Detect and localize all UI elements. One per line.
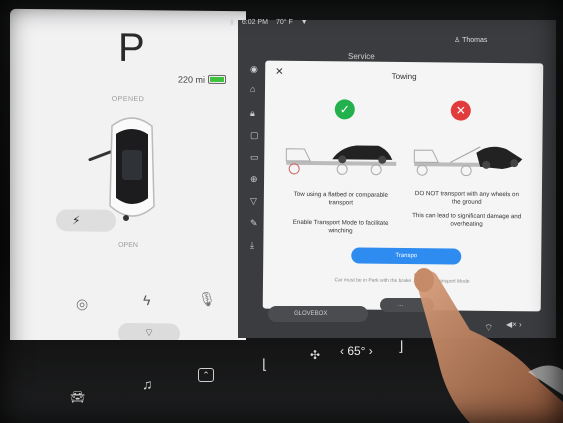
flatbed-truck-illustration: [285, 145, 397, 176]
car-icon[interactable]: ▭: [250, 152, 259, 163]
tire-pressure-icon[interactable]: ◎: [76, 295, 88, 312]
volume-icon[interactable]: ◀× ›: [506, 320, 522, 329]
service-title: Service: [348, 52, 375, 61]
mic-icon[interactable]: 🎙︎: [198, 291, 216, 308]
vehicle-status-panel: P 220 mi OPENED ⚡︎ OPEN ◎ ϟ 🎙︎ ⌔ • • •: [10, 8, 246, 383]
wrench-icon[interactable]: ✎: [250, 218, 258, 229]
towing-dialog: ✕ Towing ✓ ✕ Tow using a flatbed or comp…: [262, 60, 544, 312]
download-icon[interactable]: ⤓: [250, 240, 254, 251]
defrost-icon[interactable]: ⌔: [484, 322, 493, 335]
bottom-dock: [0, 340, 563, 423]
battery-icon: [208, 74, 226, 85]
glovebox-button[interactable]: GLOVEBOX: [268, 306, 368, 322]
dialog-title: Towing: [391, 71, 417, 82]
transport-mode-button[interactable]: Transpo: [351, 247, 462, 265]
screen-frame: P 220 mi OPENED ⚡︎ OPEN ◎ ϟ 🎙︎ ⌔ • • • ▮…: [0, 0, 563, 423]
antenna-icon: ▼: [300, 18, 308, 26]
fan-icon[interactable]: ✣: [310, 348, 320, 362]
tow-truck-illustration: [413, 146, 523, 177]
cabin-temperature[interactable]: ‹ 65° ›: [340, 344, 373, 358]
outside-temp: 70° F: [275, 18, 293, 26]
sidebar-item-7[interactable]: ▽: [250, 196, 257, 207]
lightning-icon: ⚡︎: [72, 213, 81, 228]
secondary-button[interactable]: ...: [380, 298, 434, 312]
sidebar-item-2[interactable]: ⌂: [250, 84, 255, 94]
user-profile[interactable]: ♙ Thomas: [454, 36, 487, 44]
gear-indicator: P: [118, 25, 145, 71]
lightning-icon[interactable]: ϟ: [143, 292, 150, 308]
seat-heater-right-icon[interactable]: ⌋: [398, 338, 403, 355]
user-name: Thomas: [462, 37, 488, 44]
battery-fill: [210, 76, 224, 83]
towing-instruction-2: Enable Transport Mode to facilitate winc…: [292, 218, 389, 235]
x-icon: ✕: [450, 100, 471, 121]
car-icon[interactable]: 🚘︎: [70, 390, 85, 404]
sidebar-item-6[interactable]: ⊕: [250, 174, 258, 185]
towing-warning-1: DO NOT transport with any wheels on the …: [414, 190, 519, 206]
frunk-opened-label[interactable]: OPENED: [10, 95, 246, 104]
status-bar: ▮ 6:02 PM 70° F ▼: [230, 14, 560, 30]
towing-instruction-1: Tow using a flatbed or comparable transp…: [293, 190, 389, 207]
towing-warning-2: This can lead to significant damage and …: [412, 212, 522, 228]
charge-port-open-label[interactable]: OPEN: [10, 241, 246, 250]
check-icon: ✓: [334, 99, 355, 120]
music-icon[interactable]: ♫: [142, 376, 153, 392]
sidebar-item-1[interactable]: ◉: [250, 64, 258, 75]
range-label: 220 mi: [178, 74, 206, 85]
seat-heater-icon[interactable]: ⌊: [262, 356, 267, 373]
lock-icon[interactable]: 🔒︎: [250, 108, 255, 119]
phone-icon: ▮: [230, 19, 234, 26]
user-icon: ♙: [454, 37, 463, 44]
transport-footnote: Car must be in Park with the brake ... e…: [334, 277, 470, 285]
wiper-icon: ⌔: [143, 327, 155, 340]
app-launcher-icon[interactable]: ⌃: [198, 368, 214, 382]
clock: 6:02 PM: [241, 18, 268, 26]
charge-port-button[interactable]: ⚡︎: [56, 209, 116, 232]
sidebar-item-4[interactable]: ▢: [250, 130, 259, 141]
